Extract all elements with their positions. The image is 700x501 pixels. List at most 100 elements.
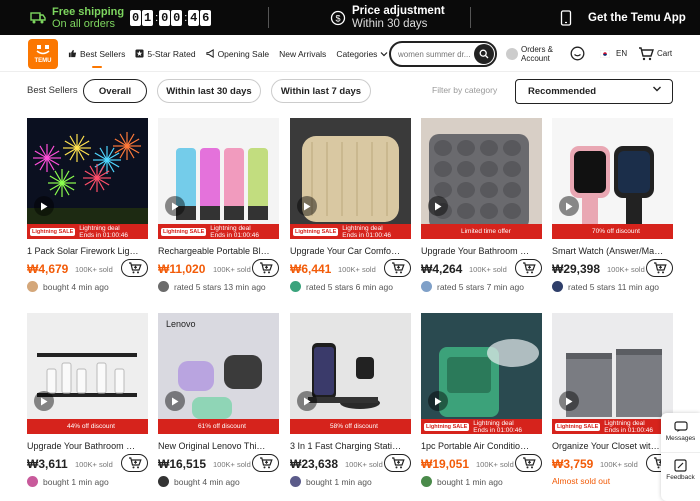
product-image[interactable]: Lightning SALE Lightning deal Ends in 01… [158,118,279,239]
filter-last-7-days[interactable]: Within last 7 days [271,79,371,103]
promo-banner: Free shipping On all orders 0 1 : 0 0 : … [0,0,700,35]
messages-button[interactable]: Messages [661,413,700,453]
play-video-button[interactable] [297,391,317,411]
support-button[interactable] [570,35,585,72]
add-to-cart-button[interactable] [515,259,542,277]
product-card[interactable]: 44% off discount Upgrade Your Bathroom w… [27,313,148,487]
filter-overall[interactable]: Overall [83,79,147,103]
filter-last-30-days[interactable]: Within last 30 days [157,79,261,103]
nav-five-star-rated[interactable]: 5-Star Rated [135,35,196,72]
product-title[interactable]: 3 In 1 Fast Charging Station... [290,441,402,451]
timer-digit: 0 [171,9,183,26]
megaphone-icon [205,49,214,58]
play-video-button[interactable] [165,196,185,216]
product-card[interactable]: Lenovo 61% off discount New Original Len… [158,313,279,487]
product-image[interactable]: 44% off discount [27,313,148,434]
play-video-button[interactable] [559,391,579,411]
badge-line2: Ends in 01:00:46 [473,426,523,434]
nav-new-arrivals[interactable]: New Arrivals [279,35,326,72]
play-video-button[interactable] [165,391,185,411]
add-to-cart-icon [522,457,536,469]
product-title[interactable]: Upgrade Your Car Comfort:... [290,246,402,256]
sold-count: 100K+ sold [476,460,514,469]
sold-count: 100K+ sold [469,265,507,274]
filter-by-category[interactable]: Filter by category [432,85,497,95]
play-video-button[interactable] [297,196,317,216]
add-to-cart-button[interactable] [646,259,673,277]
product-card[interactable]: Lightning SALE Lightning deal Ends in 01… [552,313,673,486]
play-video-button[interactable] [34,196,54,216]
add-to-cart-button[interactable] [252,454,279,472]
nav-best-sellers[interactable]: Best Sellers [68,35,125,72]
search-input[interactable] [398,48,470,60]
product-card[interactable]: Lightning SALE Lightning deal Ends in 01… [290,118,411,292]
cart-button[interactable]: Cart [638,35,672,72]
language-selector[interactable]: EN [600,35,627,72]
product-image[interactable]: Lightning SALE Lightning deal Ends in 01… [27,118,148,239]
product-title[interactable]: Upgrade Your Bathroom wit... [421,246,533,256]
product-card[interactable]: 70% off discount Smart Watch (Answer/Mak… [552,118,673,292]
play-video-button[interactable] [428,196,448,216]
product-price: ₩4,264 [421,262,463,276]
play-video-button[interactable] [559,196,579,216]
product-image[interactable]: Lightning SALE Lightning deal Ends in 01… [552,313,673,434]
badge-line1: Lightning deal [473,419,514,427]
product-image[interactable]: 70% off discount [552,118,673,239]
add-to-cart-button[interactable] [384,454,411,472]
product-title[interactable]: New Original Lenovo Think... [158,441,270,451]
social-text: bought 1 min ago [306,476,372,487]
add-to-cart-button[interactable] [252,259,279,277]
product-photo [552,118,673,239]
add-to-cart-button[interactable] [384,259,411,277]
get-app-promo[interactable]: Get the Temu App [560,0,686,35]
product-title[interactable]: Upgrade Your Bathroom wit... [27,441,139,451]
product-title[interactable]: Smart Watch (Answer/Make... [552,246,664,256]
play-video-button[interactable] [34,391,54,411]
star-badge-icon [135,49,144,58]
add-to-cart-button[interactable] [515,454,542,472]
orders-account[interactable]: Orders & Account [506,35,553,72]
nav-categories[interactable]: Categories [336,35,391,72]
product-image[interactable]: Lightning SALE Lightning deal Ends in 01… [290,118,411,239]
lightning-sale-tag: Lightning SALE [293,227,339,236]
cart-label: Cart [657,49,673,58]
product-card[interactable]: Lightning SALE Lightning deal Ends in 01… [421,313,542,487]
product-card[interactable]: Lightning SALE Lightning deal Ends in 01… [158,118,279,292]
product-title[interactable]: Rechargeable Portable Blen... [158,246,270,256]
chevron-down-icon [380,51,388,56]
deal-badge: 70% off discount [552,224,673,239]
play-video-button[interactable] [428,391,448,411]
product-title[interactable]: Organize Your Closet with ... [552,441,664,451]
add-to-cart-button[interactable] [121,259,148,277]
thumbs-up-icon [68,49,77,58]
free-shipping-promo[interactable]: Free shipping On all orders 0 1 : 0 0 : … [30,0,212,35]
product-image[interactable]: Limited time offer [421,118,542,239]
nav-label: New Arrivals [279,48,327,59]
sort-dropdown[interactable]: Recommended [515,79,673,104]
badge-line1: 58% off discount [330,423,378,430]
social-proof: bought 1 min ago [27,476,148,487]
lightning-sale-tag: Lightning SALE [555,422,601,431]
product-title[interactable]: 1 Pack Solar Firework Light ... [27,246,139,256]
svg-text:$: $ [335,13,340,23]
deal-badge: Limited time offer [421,224,542,239]
product-image[interactable]: Lightning SALE Lightning deal Ends in 01… [421,313,542,434]
product-card[interactable]: Lightning SALE Lightning deal Ends in 01… [27,118,148,292]
buyer-avatar [158,476,169,487]
product-card[interactable]: 58% off discount 3 In 1 Fast Charging St… [290,313,411,487]
add-to-cart-icon [522,262,536,274]
search-button[interactable] [474,44,494,64]
add-to-cart-button[interactable] [121,454,148,472]
nav-label: 5-Star Rated [147,48,196,59]
product-title[interactable]: 1pc Portable Air Conditione... [421,441,533,451]
product-image[interactable]: 58% off discount [290,313,411,434]
product-card[interactable]: Limited time offer Upgrade Your Bathroom… [421,118,542,292]
price-adjustment-promo[interactable]: $ Price adjustment Within 30 days [330,0,445,35]
product-image[interactable]: Lenovo 61% off discount [158,313,279,434]
temu-logo[interactable]: TEMU [28,39,58,69]
timer-digit: 0 [130,9,142,26]
product-price: ₩6,441 [290,262,332,276]
feedback-button[interactable]: Feedback [661,453,700,481]
social-text: rated 5 stars 13 min ago [174,281,266,292]
nav-opening-sale[interactable]: Opening Sale [205,35,269,72]
